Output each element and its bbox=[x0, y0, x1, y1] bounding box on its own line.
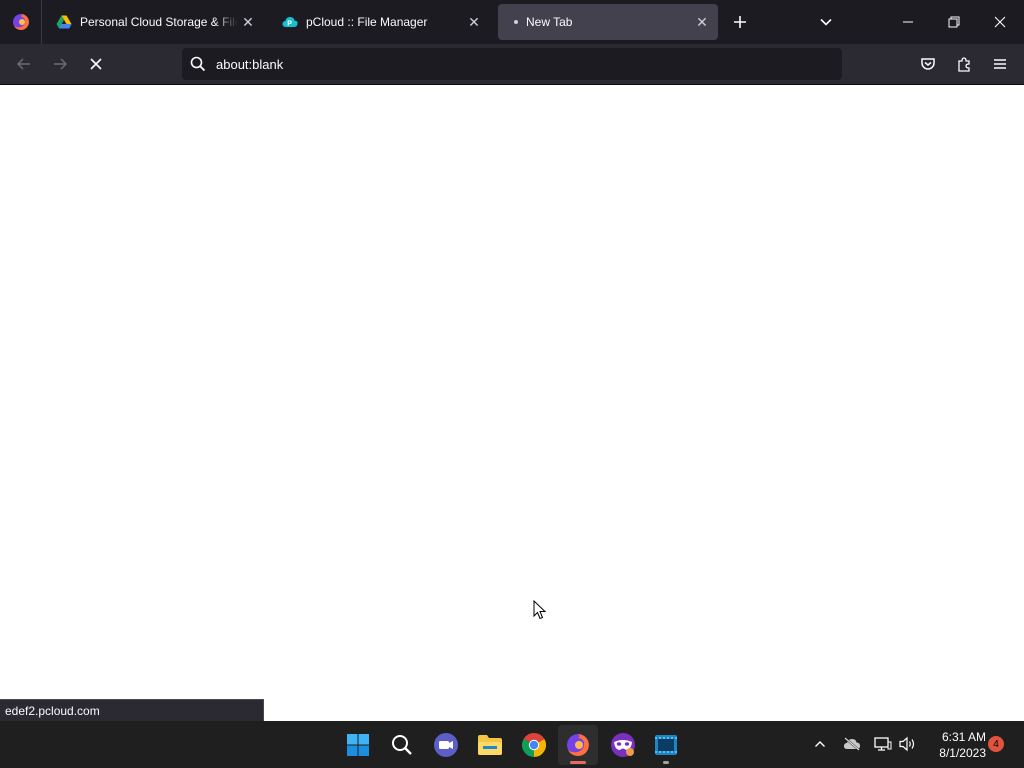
loading-dot-icon bbox=[514, 20, 518, 24]
pocket-icon bbox=[921, 58, 935, 70]
minimize-button[interactable] bbox=[894, 8, 922, 36]
teams-meet-icon bbox=[434, 733, 458, 757]
active-app-indicator bbox=[570, 761, 586, 764]
start-button[interactable] bbox=[338, 725, 378, 765]
windows-taskbar: 6:31 AM 8/1/2023 4 bbox=[0, 721, 1024, 768]
svg-text:P: P bbox=[287, 21, 292, 28]
system-clock[interactable]: 6:31 AM 8/1/2023 bbox=[926, 727, 986, 763]
pocket-button[interactable] bbox=[913, 50, 943, 78]
tab-pcloud-file-manager[interactable]: P pCloud :: File Manager ✕ bbox=[274, 4, 490, 40]
mouse-pointer-icon bbox=[533, 600, 547, 620]
arrow-left-icon bbox=[16, 58, 30, 70]
taskbar-mask-app-button[interactable] bbox=[603, 725, 643, 765]
restore-button[interactable] bbox=[940, 8, 968, 36]
status-url-bar: edef2.pcloud.com bbox=[0, 699, 264, 721]
search-icon bbox=[190, 56, 206, 72]
restore-icon bbox=[948, 16, 960, 28]
cloud-offline-icon bbox=[843, 737, 860, 751]
tab-personal-cloud-storage[interactable]: Personal Cloud Storage & File S ✕ bbox=[48, 4, 264, 40]
speaker-icon bbox=[899, 736, 915, 752]
windows-start-icon bbox=[347, 734, 369, 756]
status-url-text: edef2.pcloud.com bbox=[5, 703, 100, 718]
taskbar-chrome-button[interactable] bbox=[514, 725, 554, 765]
chevron-up-icon bbox=[815, 741, 825, 747]
network-icon bbox=[874, 737, 892, 751]
app-menu-button[interactable] bbox=[985, 50, 1015, 78]
video-editor-icon bbox=[655, 735, 677, 755]
taskbar-teams-button[interactable] bbox=[426, 725, 466, 765]
stop-x-icon bbox=[90, 58, 102, 70]
page-content-blank[interactable] bbox=[0, 85, 1024, 720]
address-text[interactable]: about:blank bbox=[216, 57, 283, 72]
mask-app-icon bbox=[611, 733, 635, 757]
pcloud-icon: P bbox=[282, 17, 298, 28]
google-drive-icon bbox=[56, 15, 72, 29]
new-tab-button[interactable] bbox=[726, 8, 754, 36]
plus-icon bbox=[734, 16, 746, 28]
taskbar-firefox-button[interactable] bbox=[558, 725, 598, 765]
minimize-icon bbox=[903, 21, 913, 23]
arrow-right-icon bbox=[54, 58, 68, 70]
list-all-tabs-button[interactable] bbox=[812, 8, 840, 36]
extensions-button[interactable] bbox=[949, 50, 979, 78]
close-tab-icon[interactable]: ✕ bbox=[464, 12, 484, 32]
tab-title: Personal Cloud Storage & File S bbox=[80, 15, 238, 29]
puzzle-piece-icon bbox=[958, 57, 970, 72]
file-explorer-icon bbox=[478, 735, 502, 755]
chrome-icon bbox=[522, 733, 546, 757]
tab-new-tab[interactable]: New Tab ✕ bbox=[498, 4, 718, 40]
chevron-down-icon bbox=[820, 18, 832, 26]
notification-count-badge[interactable]: 4 bbox=[988, 736, 1004, 752]
onedrive-tray-button[interactable] bbox=[841, 733, 863, 755]
hamburger-menu-icon bbox=[994, 59, 1006, 69]
volume-tray-button[interactable] bbox=[897, 733, 919, 755]
address-bar[interactable]: about:blank bbox=[182, 48, 842, 80]
show-hidden-icons-button[interactable] bbox=[809, 733, 831, 755]
clock-time: 6:31 AM bbox=[941, 730, 986, 744]
tab-strip: Personal Cloud Storage & File S ✕ P pClo… bbox=[0, 0, 1024, 44]
tab-title: New Tab bbox=[526, 15, 573, 29]
tab-title: pCloud :: File Manager bbox=[306, 15, 428, 29]
stop-button[interactable] bbox=[81, 50, 111, 78]
taskbar-file-explorer-button[interactable] bbox=[470, 725, 510, 765]
firefox-icon bbox=[12, 14, 29, 30]
taskbar-video-editor-button[interactable] bbox=[646, 725, 686, 765]
firefox-icon bbox=[567, 734, 589, 756]
close-tab-icon[interactable]: ✕ bbox=[238, 12, 258, 32]
forward-button[interactable] bbox=[45, 50, 75, 78]
running-app-indicator bbox=[663, 761, 669, 764]
close-window-button[interactable] bbox=[986, 8, 1014, 36]
back-button[interactable] bbox=[9, 50, 39, 78]
taskbar-search-button[interactable] bbox=[382, 725, 422, 765]
search-icon bbox=[392, 735, 412, 755]
clock-date: 8/1/2023 bbox=[939, 746, 986, 760]
close-icon bbox=[994, 16, 1006, 28]
network-tray-button[interactable] bbox=[872, 733, 894, 755]
firefox-view-button[interactable] bbox=[0, 0, 42, 44]
navigation-toolbar: about:blank bbox=[0, 44, 1024, 85]
close-tab-icon[interactable]: ✕ bbox=[692, 12, 712, 32]
